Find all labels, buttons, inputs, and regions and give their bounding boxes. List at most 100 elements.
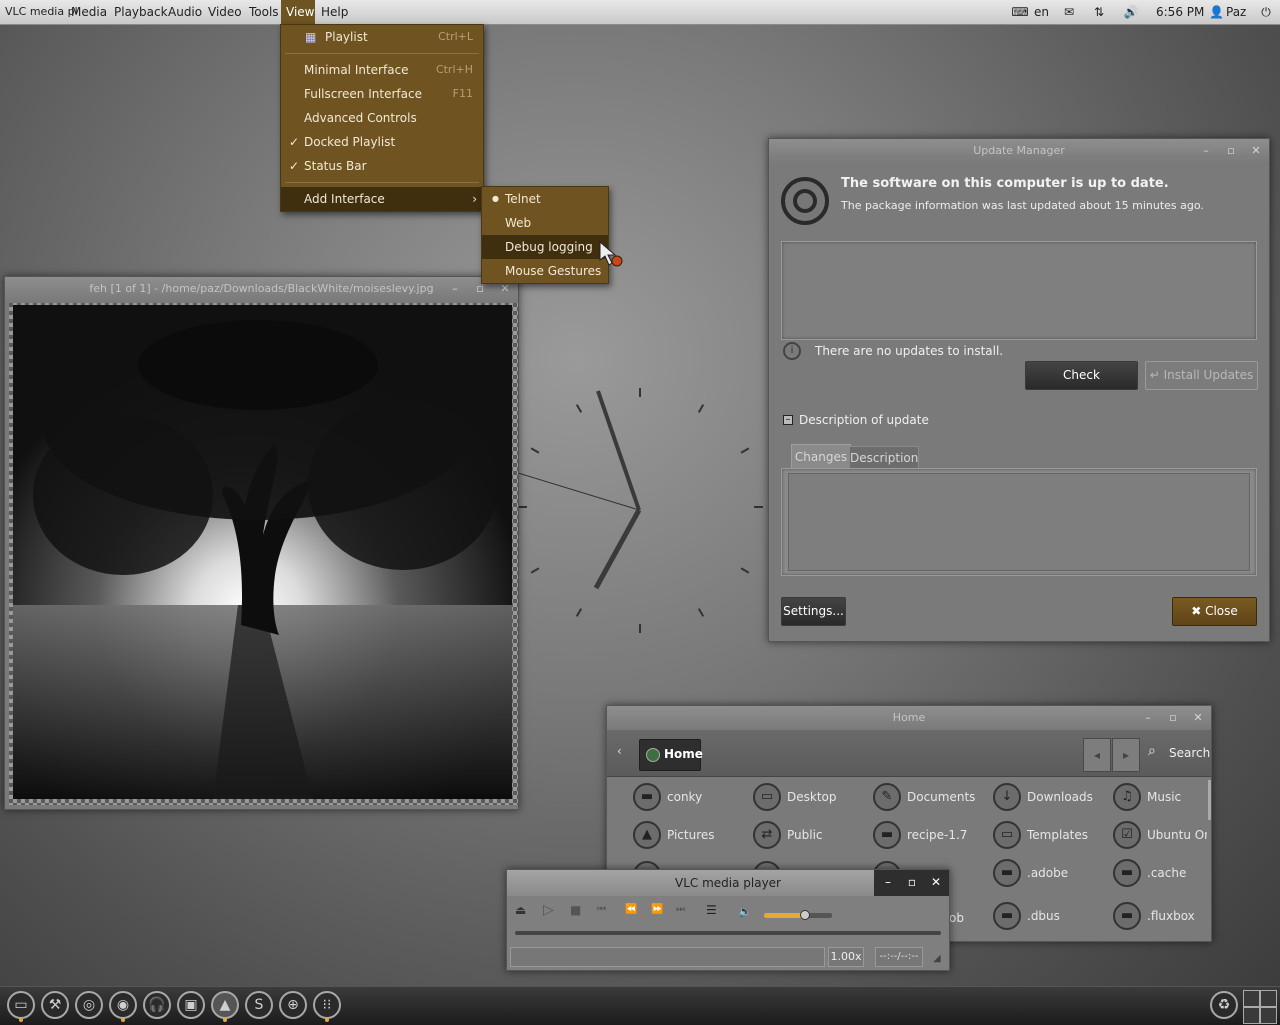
previous-button[interactable]: ⏮ [597, 904, 606, 915]
minimize-button[interactable]: – [1199, 144, 1213, 158]
file-manager-titlebar[interactable]: Home [607, 706, 1211, 730]
menu-item-minimal-interface[interactable]: Minimal Interface Ctrl+H [281, 58, 483, 82]
checkmark-icon: ✓ [289, 159, 300, 173]
mail-icon[interactable]: ✉ [1060, 0, 1078, 24]
description-expander[interactable]: Description of update [799, 413, 929, 427]
menu-item-advanced-controls[interactable]: Advanced Controls [281, 106, 483, 130]
updates-list[interactable] [781, 241, 1257, 340]
update-manager-window: Update Manager – ▫ ✕ The software on thi… [768, 138, 1270, 642]
close-dialog-button[interactable]: ✖ Close [1172, 597, 1257, 626]
menu-tools[interactable]: Tools [244, 0, 284, 24]
minimize-button[interactable]: – [448, 282, 462, 296]
apps-grid-launcher-icon[interactable]: ⁝⁝ [313, 991, 341, 1019]
speed-indicator[interactable]: 1.00x [828, 947, 864, 967]
menu-item-playlist[interactable]: ▦ Playlist Ctrl+L [281, 25, 483, 49]
close-button[interactable]: ✕ [928, 875, 944, 889]
language-indicator[interactable]: en [1034, 0, 1049, 24]
menu-item-label: Web [505, 216, 532, 230]
fast-forward-button[interactable]: ⏩ [651, 904, 663, 915]
menu-item-label: Telnet [505, 192, 541, 206]
volume-icon[interactable]: 🔊 [1122, 0, 1140, 24]
submenu-item-mouse-gestures[interactable]: Mouse Gestures [482, 259, 608, 283]
keyboard-icon[interactable]: ⌨ [1011, 0, 1029, 24]
collapse-icon[interactable]: – [783, 415, 793, 425]
playlist-toggle-icon[interactable]: ☰ [706, 903, 717, 917]
speaker-icon[interactable]: 🔈 [738, 905, 752, 918]
ubuntu-one-icon: ☑ [1113, 821, 1141, 849]
pictures-icon: ▲ [633, 821, 661, 849]
submenu-item-telnet[interactable]: ● Telnet [482, 187, 608, 211]
vlc-launcher-icon[interactable]: ▲ [211, 991, 239, 1019]
menu-item-add-interface[interactable]: Add Interface › [281, 187, 483, 211]
user-name[interactable]: Paz [1226, 0, 1246, 24]
forward-button[interactable]: ▸ [1112, 738, 1140, 772]
install-updates-button[interactable]: ↵ Install Updates [1145, 361, 1258, 390]
network-icon[interactable]: ⇅ [1090, 0, 1108, 24]
headphones-launcher-icon[interactable]: 🎧 [143, 991, 171, 1019]
folder-icon: ▬ [993, 902, 1021, 930]
file-item-label: .adobe [1027, 866, 1069, 880]
resize-grip-icon[interactable]: ◢ [933, 953, 941, 964]
globe-launcher-icon[interactable]: ⊕ [279, 991, 307, 1019]
menu-item-docked-playlist[interactable]: ✓ Docked Playlist [281, 130, 483, 154]
menu-video[interactable]: Video [203, 0, 247, 24]
power-icon[interactable]: ⏻ [1256, 0, 1276, 24]
tab-changes[interactable]: Changes [791, 444, 851, 469]
submenu-item-web[interactable]: Web [482, 211, 608, 235]
maximize-button[interactable]: ▫ [473, 282, 487, 296]
clock-time[interactable]: 6:56 PM [1156, 0, 1204, 24]
menu-item-status-bar[interactable]: ✓ Status Bar [281, 154, 483, 178]
file-manager-launcher-icon[interactable]: ▭ [7, 991, 35, 1019]
close-button[interactable]: ✕ [498, 282, 512, 296]
templates-icon: ▭ [993, 821, 1021, 849]
stop-button[interactable]: ■ [570, 903, 581, 917]
folder-icon: ▬ [993, 859, 1021, 887]
search-button[interactable]: Search [1169, 746, 1210, 760]
tab-description[interactable]: Description [849, 446, 919, 469]
back-button[interactable]: ◂ [1083, 738, 1111, 772]
submenu-item-debug-logging[interactable]: Debug logging [482, 235, 608, 259]
update-subline: The package information was last updated… [841, 199, 1204, 212]
close-button[interactable]: ✕ [1191, 711, 1205, 725]
close-button[interactable]: ✕ [1249, 144, 1263, 158]
menu-help[interactable]: Help [316, 0, 353, 24]
menu-audio[interactable]: Audio [163, 0, 207, 24]
rewind-button[interactable]: ⏪ [625, 904, 637, 915]
changes-text[interactable] [788, 473, 1250, 571]
file-item-label: Ubuntu One [1147, 828, 1207, 842]
location-home-button[interactable]: Home [639, 739, 703, 771]
maximize-button[interactable]: ▫ [1224, 144, 1238, 158]
running-indicator [325, 1018, 329, 1022]
skype-launcher-icon[interactable]: S [245, 991, 273, 1019]
settings-button[interactable]: Settings... [781, 597, 846, 626]
browser-launcher-icon[interactable]: ◎ [75, 991, 103, 1019]
play-button[interactable]: ▷ [543, 902, 554, 918]
menu-view[interactable]: View [281, 0, 315, 24]
tools-launcher-icon[interactable]: ⚒ [41, 991, 69, 1019]
search-icon[interactable]: ⌕ [1148, 743, 1156, 759]
seek-bar[interactable] [515, 931, 941, 935]
update-manager-launcher-icon[interactable]: ◉ [109, 991, 137, 1019]
minimize-button[interactable]: – [1141, 711, 1155, 725]
volume-slider[interactable] [764, 910, 832, 920]
minimize-button[interactable]: – [880, 875, 896, 889]
feh-titlebar[interactable]: feh [1 of 1] - /home/paz/Downloads/Black… [5, 277, 518, 301]
menu-media[interactable]: Media [66, 0, 112, 24]
vlc-window: VLC media player – ▫ ✕ ⏏ ▷ ■ ⏮ ⏪ ⏩ ⏭ ☰ 🔈… [506, 869, 950, 971]
update-manager-titlebar[interactable]: Update Manager [769, 139, 1269, 163]
check-button[interactable]: Check [1025, 361, 1138, 390]
menu-item-fullscreen-interface[interactable]: Fullscreen Interface F11 [281, 82, 483, 106]
menu-item-shortcut: F11 [452, 87, 473, 100]
next-button[interactable]: ⏭ [676, 904, 685, 915]
workspace-switcher[interactable] [1243, 990, 1277, 1024]
scrollbar[interactable] [1208, 780, 1211, 820]
image-viewer-launcher-icon[interactable]: ▣ [177, 991, 205, 1019]
chevron-left-icon[interactable]: ‹ [617, 744, 622, 758]
maximize-button[interactable]: ▫ [904, 875, 920, 889]
window-controls: – ▫ ✕ [874, 870, 949, 896]
maximize-button[interactable]: ▫ [1166, 711, 1180, 725]
volume-knob[interactable] [799, 910, 810, 920]
recycle-icon[interactable]: ♻ [1210, 991, 1238, 1019]
time-indicator[interactable]: --:--/--:-- [875, 947, 923, 967]
eject-icon[interactable]: ⏏ [515, 903, 526, 917]
